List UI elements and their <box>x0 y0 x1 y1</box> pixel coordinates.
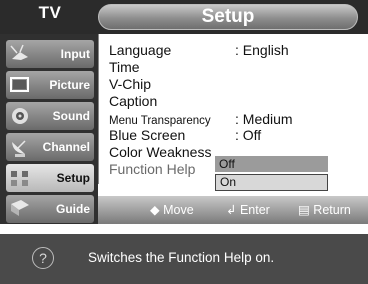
option-on[interactable]: On <box>215 174 328 191</box>
question-icon: ? <box>32 247 54 269</box>
menu-item-label: V-Chip <box>109 76 152 92</box>
picture-screen-icon <box>10 77 29 92</box>
sidebar-item-guide[interactable]: Guide <box>6 195 94 223</box>
menu-title: Setup <box>98 4 358 30</box>
help-text: Switches the Function Help on. <box>88 250 275 265</box>
enter-key-icon: ↲ <box>226 203 237 217</box>
return-key-icon: ▤ <box>298 203 310 217</box>
sidebar-item-setup[interactable]: Setup <box>6 164 94 192</box>
menu-item-color-weakness[interactable]: Color Weakness <box>109 144 211 160</box>
menu-item-blue-screen[interactable]: Blue Screen : Off <box>109 127 261 143</box>
return-label: Return <box>313 203 351 217</box>
menu-item-label: Blue Screen <box>109 127 186 143</box>
function-help-dropdown[interactable]: Off On <box>215 156 328 191</box>
setup-blocks-icon <box>11 171 28 186</box>
tv-osd-menu: TV Setup Input Picture Sound Channel Set… <box>0 0 368 224</box>
return-hint: ▤ Return <box>298 202 351 217</box>
title-bar: TV Setup <box>0 0 368 34</box>
enter-hint: ↲ Enter <box>226 202 270 217</box>
menu-item-label: Function Help <box>109 161 196 177</box>
source-label: TV <box>38 3 62 22</box>
option-off[interactable]: Off <box>215 156 328 172</box>
menu-item-label: Caption <box>109 93 158 109</box>
sidebar-item-label: Guide <box>55 202 90 216</box>
menu-item-label: Color Weakness <box>109 144 212 160</box>
menu-item-function-help[interactable]: Function Help <box>109 161 195 177</box>
menu-item-label: Language <box>109 42 172 58</box>
menu-item-menu-transparency[interactable]: Menu Transparency : Medium <box>109 111 293 127</box>
satellite-dish-icon <box>12 140 26 157</box>
sidebar-item-picture[interactable]: Picture <box>6 71 94 99</box>
sidebar-item-label: Setup <box>56 171 90 185</box>
move-hint: ◆ Move <box>150 202 194 217</box>
sidebar-item-label: Channel <box>42 140 90 154</box>
menu-item-label: Menu Transparency <box>109 115 211 127</box>
sidebar-item-label: Input <box>60 47 90 61</box>
help-bar: ? Switches the Function Help on. <box>0 234 368 284</box>
up-down-arrows-icon: ◆ <box>150 203 160 217</box>
sidebar-item-label: Picture <box>49 78 90 92</box>
speaker-icon <box>12 108 28 124</box>
menu-item-value: : Medium <box>235 111 293 127</box>
menu-item-time[interactable]: Time <box>109 59 140 75</box>
move-label: Move <box>163 203 194 217</box>
menu-item-label: Time <box>109 59 140 75</box>
menu-item-vchip[interactable]: V-Chip <box>109 76 151 92</box>
sidebar-item-channel[interactable]: Channel <box>6 133 94 161</box>
menu-item-value: : English <box>235 42 289 58</box>
menu-item-value: : Off <box>235 127 262 143</box>
antenna-icon <box>10 44 28 60</box>
sidebar-item-label: Sound <box>52 109 90 123</box>
sidebar-item-sound[interactable]: Sound <box>6 102 94 130</box>
enter-label: Enter <box>239 203 270 217</box>
sidebar-item-input[interactable]: Input <box>6 40 94 68</box>
sidebar: Input Picture Sound Channel Setup Guide <box>0 34 98 224</box>
menu-item-caption[interactable]: Caption <box>109 93 157 109</box>
menu-item-language[interactable]: Language : English <box>109 42 289 58</box>
navigation-hint-bar: ◆ Move ↲ Enter ▤ Return <box>98 196 368 224</box>
guide-book-icon <box>11 200 29 216</box>
